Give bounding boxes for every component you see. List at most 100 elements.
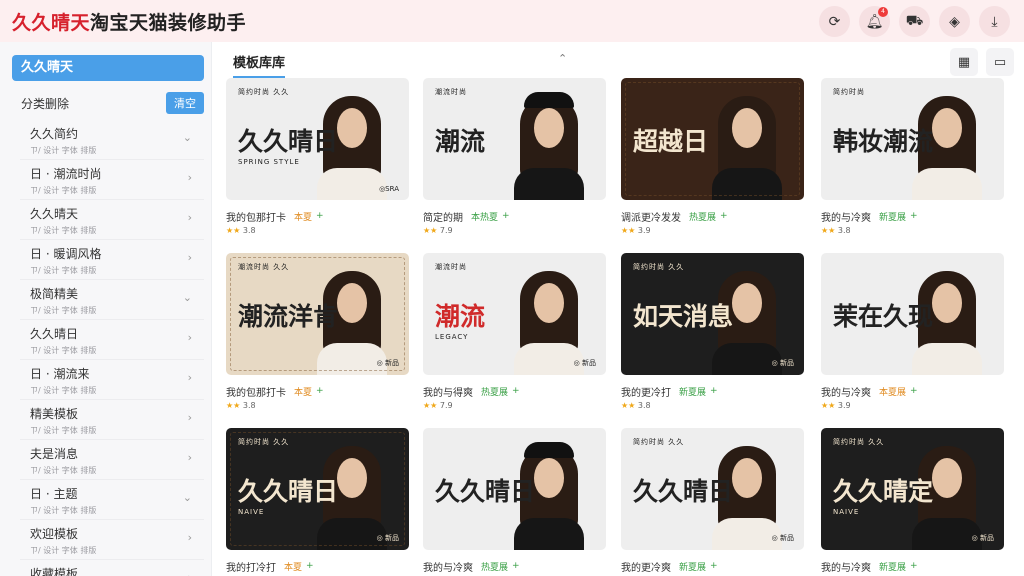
add-icon[interactable]: +	[316, 386, 324, 396]
template-thumbnail[interactable]: 茉在久现	[821, 253, 1004, 375]
template-card[interactable]: 简约时尚 久久 久久晴定 NAIVE ◎ 新品我的与冷爽 新夏展 +	[821, 428, 1004, 574]
template-thumbnail[interactable]: 超越日	[621, 78, 804, 200]
chevron-icon[interactable]: ›	[188, 451, 192, 464]
rating-value: 3.9	[837, 401, 851, 410]
chevron-icon[interactable]: ›	[188, 371, 192, 384]
card-rating: ★★ 7.9	[423, 226, 606, 235]
template-thumbnail[interactable]: 简约时尚 久久 久久晴日 ◎ 新品	[621, 428, 804, 550]
template-card[interactable]: 简约时尚 韩妆潮流 我的与冷爽 新夏展 + ★★ 3.8	[821, 78, 1004, 235]
card-tag: 本热夏	[471, 212, 499, 223]
card-rating: ★★ 3.8	[226, 401, 409, 410]
rating-value: 3.8	[242, 401, 256, 410]
template-card[interactable]: 潮流时尚 久久 潮流洋肯 ◎ 新品 我的包那打卡 本夏 + ★★ 3.8	[226, 253, 409, 410]
refresh-icon[interactable]: ⟳	[819, 6, 850, 37]
chevron-icon[interactable]: ›	[188, 211, 192, 224]
card-rating: ★★ 7.9	[423, 401, 606, 410]
model-photo	[313, 442, 391, 550]
card-tag: 本夏	[284, 562, 303, 573]
thumbnail-tag: 简约时尚 久久	[238, 438, 290, 446]
template-thumbnail[interactable]: 简约时尚 久久 久久晴日 SPRING STYLE ◎SRA	[226, 78, 409, 200]
sidebar-item[interactable]: 日 · 潮流时尚 ㄗ/ 设计 字体 排版 ›	[20, 160, 204, 200]
template-card[interactable]: 茉在久现 我的与冷爽 本夏展 + ★★ 3.9	[821, 253, 1004, 410]
sidebar-item[interactable]: 夫是消息 ㄗ/ 设计 字体 排版 ›	[20, 440, 204, 480]
sidebar-item[interactable]: 欢迎模板 ㄗ/ 设计 字体 排版 ›	[20, 520, 204, 560]
template-card[interactable]: 简约时尚 久久 久久晴日 NAIVE ◎ 新品 我的打冷打 本夏 +	[226, 428, 409, 574]
chevron-icon[interactable]: ›	[188, 251, 192, 264]
sidebar-item[interactable]: 日 · 主题 ㄗ/ 设计 字体 排版 ⌄	[20, 480, 204, 520]
thumbnail-title: 久久晴定	[833, 477, 934, 506]
add-icon[interactable]: +	[512, 561, 520, 571]
template-thumbnail[interactable]: 简约时尚 韩妆潮流	[821, 78, 1004, 200]
add-icon[interactable]: +	[512, 386, 520, 396]
cube-icon[interactable]: ◈	[939, 6, 970, 37]
card-meta: 我的与冷爽 新夏展 +	[821, 209, 1004, 224]
thumbnail-tag: 简约时尚 久久	[633, 438, 685, 446]
chevron-icon[interactable]: ›	[188, 571, 192, 576]
car-icon[interactable]: ⛟	[899, 6, 930, 37]
thumbnail-title: 久久晴日	[238, 477, 339, 506]
add-icon[interactable]: +	[720, 211, 728, 221]
sidebar-list: 久久简约 ㄗ/ 设计 字体 排版 ⌄ 日 · 潮流时尚 ㄗ/ 设计 字体 排版 › 久久晴天…	[20, 120, 204, 576]
template-thumbnail[interactable]: 简约时尚 久久 如天消息 ◎ 新品	[621, 253, 804, 375]
sidebar-item[interactable]: 日 · 潮流来 ㄗ/ 设计 字体 排版 ›	[20, 360, 204, 400]
sidebar-item[interactable]: 久久晴日 ㄗ/ 设计 字体 排版 ›	[20, 320, 204, 360]
header-actions: ⟳ 🔔︎ 4 ⛟ ◈ ⤓	[819, 6, 1010, 37]
template-card[interactable]: 简约时尚 久久 久久晴日 SPRING STYLE ◎SRA 我的包那打卡 本夏 + ★★ 3…	[226, 78, 409, 235]
sidebar-item-label: 日 · 主题	[30, 487, 78, 501]
sidebar-item-label: 欢迎模板	[30, 527, 79, 541]
chevron-icon[interactable]: ⌄	[183, 291, 192, 304]
template-card[interactable]: 超越日 调派更冷发发 热夏展 + ★★ 3.9	[621, 78, 804, 235]
sidebar-item[interactable]: 精美模板 ㄗ/ 设计 字体 排版 ›	[20, 400, 204, 440]
template-card[interactable]: 潮流时尚 潮流 LEGACY ◎ 新品 我的与得爽 热夏展 + ★★ 7.9	[423, 253, 606, 410]
add-icon[interactable]: +	[306, 561, 314, 571]
card-meta: 我的与冷爽 新夏展 +	[821, 559, 1004, 574]
thumbnail-tag: 潮流时尚 久久	[238, 263, 290, 271]
sidebar-item-label: 收藏模板	[30, 567, 79, 576]
sidebar-item[interactable]: 日 · 暖调风格 ㄗ/ 设计 字体 排版 ›	[20, 240, 204, 280]
template-thumbnail[interactable]: 简约时尚 久久 久久晴日 NAIVE ◎ 新品	[226, 428, 409, 550]
template-thumbnail[interactable]: 潮流时尚 久久 潮流洋肯 ◎ 新品	[226, 253, 409, 375]
chevron-up-icon[interactable]: ⌃	[558, 52, 567, 65]
clipboard-icon[interactable]: ▭	[986, 48, 1014, 76]
template-thumbnail[interactable]: 潮流时尚 潮流	[423, 78, 606, 200]
bell-icon[interactable]: 🔔︎ 4	[859, 6, 890, 37]
chevron-icon[interactable]: ›	[188, 171, 192, 184]
add-icon[interactable]: +	[316, 211, 324, 221]
sidebar-item-label: 久久简约	[30, 127, 79, 141]
template-thumbnail[interactable]: 简约时尚 久久 久久晴定 NAIVE ◎ 新品	[821, 428, 1004, 550]
sidebar-item-sub: ㄗ/ 设计 字体 排版	[30, 226, 97, 235]
add-icon[interactable]: +	[910, 211, 918, 221]
sidebar-item-label: 日 · 潮流来	[30, 367, 90, 381]
calendar-icon[interactable]: ▦	[950, 48, 978, 76]
chevron-icon[interactable]: ›	[188, 411, 192, 424]
sidebar-item[interactable]: 收藏模板ㄗ/ 设计 字体 排版›	[20, 560, 204, 576]
card-name: 我的与冷爽	[821, 387, 871, 399]
template-card[interactable]: 久久晴日 我的与冷爽 热夏展 +	[423, 428, 606, 574]
template-card[interactable]: 潮流时尚 潮流 简定的期 本热夏 + ★★ 7.9	[423, 78, 606, 235]
chevron-icon[interactable]: ›	[188, 331, 192, 344]
tab-template-library[interactable]: 模板库库	[233, 52, 286, 78]
chevron-icon[interactable]: ›	[188, 531, 192, 544]
sidebar-item-label: 精美模板	[30, 407, 79, 421]
add-icon[interactable]: +	[910, 386, 918, 396]
sidebar-active-item[interactable]: 久久晴天	[12, 55, 204, 81]
sidebar-item[interactable]: 久久简约 ㄗ/ 设计 字体 排版 ⌄	[20, 120, 204, 160]
chevron-icon[interactable]: ⌄	[183, 131, 192, 144]
add-icon[interactable]: +	[710, 386, 718, 396]
template-card[interactable]: 简约时尚 久久 久久晴日 ◎ 新品 我的更冷爽 新夏展 +	[621, 428, 804, 574]
add-icon[interactable]: +	[502, 211, 510, 221]
template-card[interactable]: 简约时尚 久久 如天消息 ◎ 新品 我的更冷打 新夏展 + ★★ 3.8	[621, 253, 804, 410]
add-icon[interactable]: +	[710, 561, 718, 571]
clear-button[interactable]: 清空	[166, 92, 204, 114]
sidebar-item[interactable]: 久久晴天 ㄗ/ 设计 字体 排版 ›	[20, 200, 204, 240]
sidebar-item[interactable]: 极简精美 ㄗ/ 设计 字体 排版 ⌄	[20, 280, 204, 320]
chevron-icon[interactable]: ⌄	[183, 491, 192, 504]
template-thumbnail[interactable]: 久久晴日	[423, 428, 606, 550]
thumbnail-title: 潮流	[435, 302, 486, 331]
card-tag: 热夏展	[689, 212, 717, 223]
download-icon[interactable]: ⤓	[979, 6, 1010, 37]
card-meta: 我的更冷打 新夏展 +	[621, 384, 804, 399]
sidebar-item-sub: ㄗ/ 设计 字体 排版	[30, 186, 97, 195]
add-icon[interactable]: +	[910, 561, 918, 571]
template-thumbnail[interactable]: 潮流时尚 潮流 LEGACY ◎ 新品	[423, 253, 606, 375]
